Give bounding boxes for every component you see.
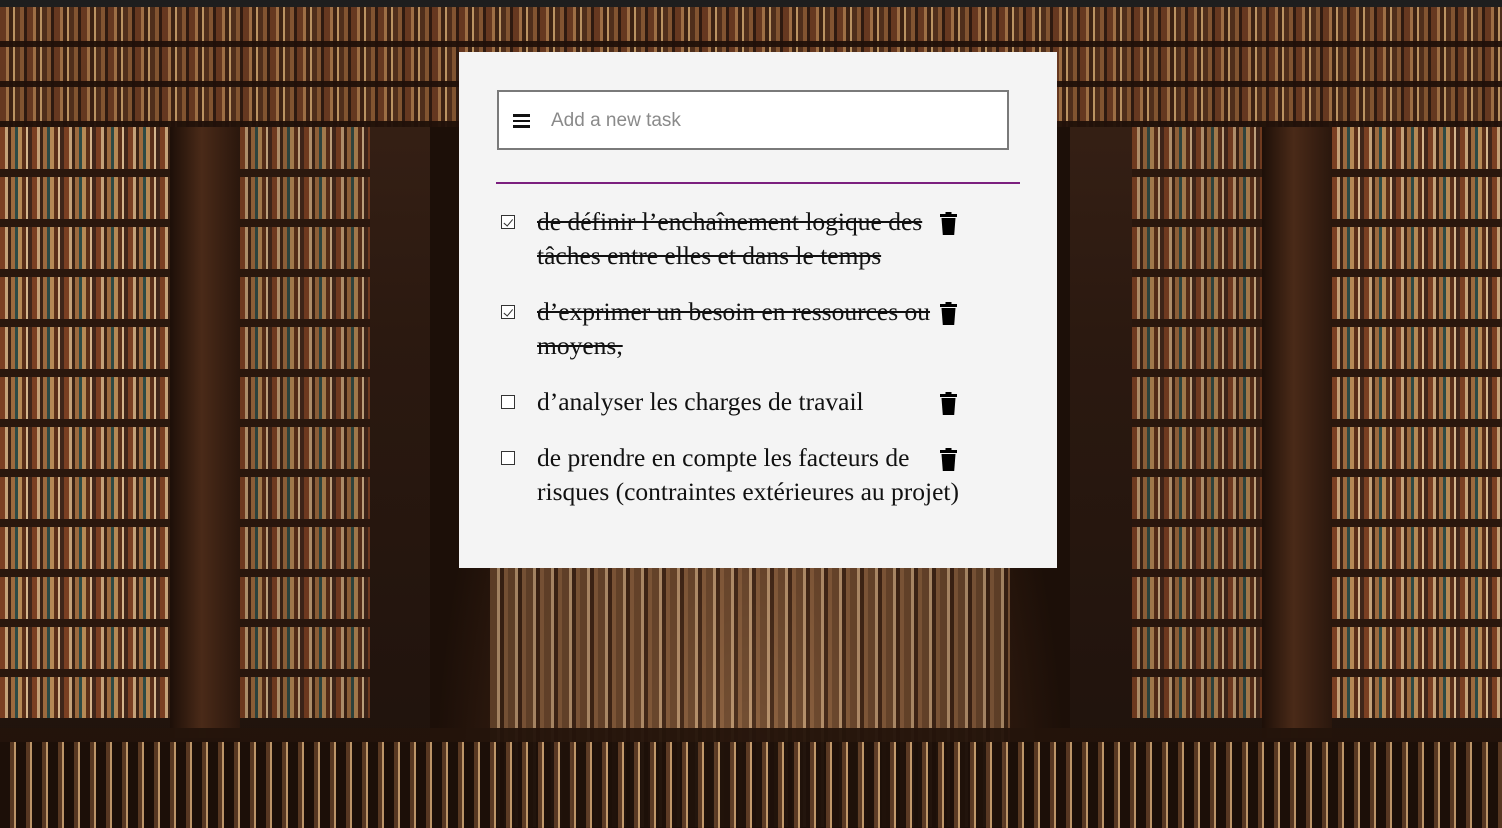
todo-item: de définir l’enchaînement logique des tâ…	[497, 205, 1017, 273]
background-bookshelf-inner-right	[1132, 127, 1262, 718]
background-bookshelf-left	[0, 127, 170, 718]
background-bookshelf-right	[1332, 127, 1502, 718]
task-text: de définir l’enchaînement logique des tâ…	[537, 207, 923, 270]
hamburger-menu-icon[interactable]	[513, 114, 530, 128]
todo-item: d’exprimer un besoin en ressources ou mo…	[497, 295, 1017, 363]
background-pillar-right	[1262, 127, 1332, 738]
new-task-input[interactable]	[549, 102, 993, 140]
task-text: d’analyser les charges de travail	[537, 387, 864, 416]
background-balustrade	[0, 728, 1502, 828]
background-pillar-left	[170, 127, 240, 738]
background-bookshelf-inner-left	[240, 127, 370, 718]
task-checkbox[interactable]	[501, 215, 515, 229]
trash-icon[interactable]	[940, 212, 957, 235]
trash-icon[interactable]	[940, 448, 957, 471]
trash-icon[interactable]	[940, 302, 957, 325]
task-checkbox[interactable]	[501, 451, 515, 465]
trash-icon[interactable]	[940, 392, 957, 415]
task-checkbox[interactable]	[501, 395, 515, 409]
todo-list: de définir l’enchaînement logique des tâ…	[497, 205, 1017, 531]
todo-item: d’analyser les charges de travail	[497, 385, 1017, 419]
divider	[496, 182, 1020, 184]
todo-card: de définir l’enchaînement logique des tâ…	[459, 52, 1057, 568]
new-task-field[interactable]	[497, 90, 1009, 150]
task-text: d’exprimer un besoin en ressources ou mo…	[537, 297, 931, 360]
task-checkbox[interactable]	[501, 305, 515, 319]
task-text: de prendre en compte les facteurs de ris…	[537, 443, 959, 506]
todo-item: de prendre en compte les facteurs de ris…	[497, 441, 1017, 509]
window-top-bar	[0, 0, 1502, 7]
